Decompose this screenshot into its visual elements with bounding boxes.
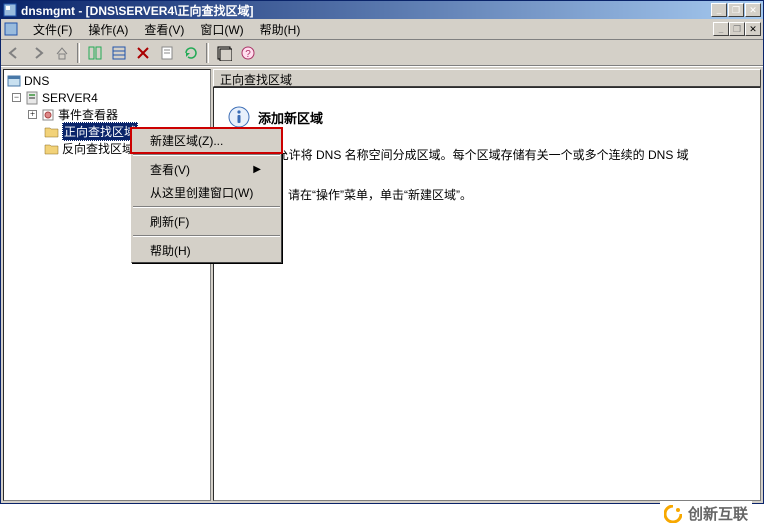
menu-action[interactable]: 操作(A): [80, 19, 136, 40]
console-icon: [3, 21, 19, 37]
toolbar-help-button[interactable]: ?: [237, 42, 259, 64]
menubar: 文件(F) 操作(A) 查看(V) 窗口(W) 帮助(H) _ ❐ ✕: [1, 19, 763, 40]
maximize-button[interactable]: ❐: [728, 3, 744, 17]
detail-title: 添加新区域: [258, 108, 323, 127]
toolbar-delete-button[interactable]: [132, 42, 154, 64]
tree-label: SERVER4: [42, 91, 98, 105]
toolbar-properties-button[interactable]: [156, 42, 178, 64]
titlebar: dnsmgmt - [DNS\SERVER4\正向查找区域] _ ❐ ✕: [1, 1, 763, 19]
watermark: 创新互联: [660, 501, 752, 526]
toolbar-separator: [77, 43, 80, 63]
toolbar-btn-6[interactable]: [213, 42, 235, 64]
tree-label: 正向查找区域: [62, 122, 138, 141]
cm-help[interactable]: 帮助(H): [132, 239, 281, 262]
detail-header: 正向查找区域: [213, 69, 761, 87]
submenu-arrow-icon: ▶: [253, 164, 261, 175]
menu-file[interactable]: 文件(F): [25, 19, 80, 40]
app-icon: [3, 3, 17, 17]
cm-separator: [133, 206, 280, 208]
toolbar-separator: [206, 43, 209, 63]
context-menu: 新建区域(Z)... 查看(V)▶ 从这里创建窗口(W) 刷新(F) 帮助(H): [131, 128, 282, 263]
info-icon: [228, 106, 250, 128]
toolbar: ?: [1, 40, 763, 66]
expand-icon[interactable]: +: [28, 110, 37, 119]
app-window: dnsmgmt - [DNS\SERVER4\正向查找区域] _ ❐ ✕ 文件(…: [0, 0, 764, 504]
detail-body: 添加新区域 域 (DNS)允许将 DNS 名称空间分成区域。每个区域存储有关一个…: [213, 87, 761, 501]
toolbar-refresh-button[interactable]: [180, 42, 202, 64]
cm-new-zone[interactable]: 新建区域(Z)...: [130, 127, 283, 154]
cm-separator: [133, 235, 280, 237]
titlebar-text: dnsmgmt - [DNS\SERVER4\正向查找区域]: [21, 2, 711, 19]
tree-server[interactable]: − SERVER4: [12, 89, 208, 106]
dns-icon: [6, 74, 21, 88]
collapse-icon[interactable]: −: [12, 93, 21, 102]
up-button[interactable]: [51, 42, 73, 64]
menu-view[interactable]: 查看(V): [136, 19, 192, 40]
toolbar-btn-2[interactable]: [108, 42, 130, 64]
client-area: DNS − SERVER4 + 事件查看器 正向查找区域 反向查找区域: [1, 66, 763, 503]
server-icon: [24, 91, 39, 105]
menubar-close-button[interactable]: ✕: [745, 22, 761, 36]
cm-view[interactable]: 查看(V)▶: [132, 158, 281, 181]
tree-label: 反向查找区域: [62, 140, 134, 157]
menu-help[interactable]: 帮助(H): [252, 19, 309, 40]
tree-label: DNS: [24, 74, 49, 88]
folder-icon: [44, 142, 59, 156]
watermark-text: 创新互联: [688, 503, 748, 524]
menubar-minimize-button[interactable]: _: [713, 22, 729, 36]
cm-refresh[interactable]: 刷新(F): [132, 210, 281, 233]
cm-separator: [133, 154, 280, 156]
back-button[interactable]: [3, 42, 25, 64]
forward-button[interactable]: [27, 42, 49, 64]
tree-label: 事件查看器: [58, 106, 118, 123]
detail-pane: 正向查找区域 添加新区域 域 (DNS)允许将 DNS 名称空间分成区域。每个区…: [213, 69, 761, 501]
menu-window[interactable]: 窗口(W): [192, 19, 251, 40]
folder-icon: [44, 125, 59, 139]
cm-new-window[interactable]: 从这里创建窗口(W): [132, 181, 281, 204]
watermark-logo-icon: [664, 505, 682, 523]
tree-root-dns[interactable]: DNS: [6, 72, 208, 89]
tree-event-viewer[interactable]: + 事件查看器: [28, 106, 208, 123]
titlebar-buttons: _ ❐ ✕: [711, 3, 761, 17]
close-button[interactable]: ✕: [745, 3, 761, 17]
toolbar-btn-1[interactable]: [84, 42, 106, 64]
event-icon: [40, 108, 55, 122]
detail-paragraph-1: 域 (DNS)允许将 DNS 名称空间分成区域。每个区域存储有关一个或多个连续的…: [228, 146, 754, 164]
menubar-restore-button[interactable]: ❐: [729, 22, 745, 36]
detail-paragraph-2: 个新区域，请在“操作”菜单，单击“新建区域”。: [228, 186, 754, 204]
minimize-button[interactable]: _: [711, 3, 727, 17]
svg-text:?: ?: [245, 49, 251, 60]
